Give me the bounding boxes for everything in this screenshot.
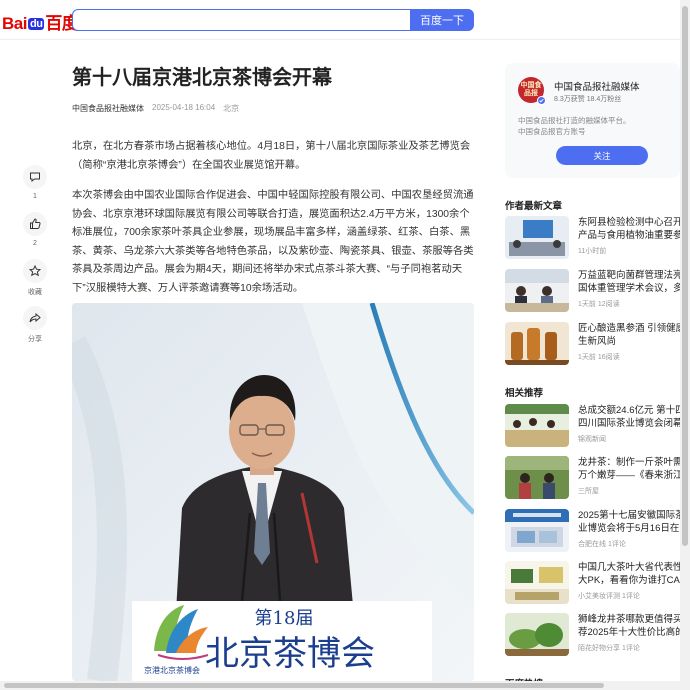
thumbs-up-icon: [30, 218, 41, 229]
thumbnail: [505, 509, 569, 552]
comment-count: 1: [33, 193, 37, 200]
author-desc-line-2: 中国食品报官方账号: [518, 127, 586, 136]
favorite-button[interactable]: 收藏: [20, 259, 50, 297]
star-icon: [29, 265, 41, 277]
list-item-title: 万益蓝靶向菌群管理法亮 国体重管理学术会议，多: [578, 270, 680, 294]
list-item-meta: 合肥在线 1评论: [578, 541, 626, 548]
related-title: 相关推荐: [505, 388, 544, 399]
article-title: 第十八届京港北京茶博会开幕: [72, 67, 332, 89]
thumbnail: [505, 561, 569, 604]
thumbnail: [505, 269, 569, 312]
list-item-title: 狮峰龙井茶哪款更值得买 荐2025年十大性价比高的: [578, 614, 680, 638]
share-icon: [29, 312, 41, 323]
share-label: 分享: [28, 336, 42, 343]
list-item-title: 龙井茶：制作一斤茶叶需要 万个嫩芽——《春来浙江》: [578, 457, 680, 481]
author-stats: 8.3万获赞 18.4万粉丝: [554, 94, 621, 104]
comment-button[interactable]: 1: [20, 165, 50, 200]
top-bar: Bai du 百度 百度一下: [0, 0, 690, 40]
share-button[interactable]: 分享: [20, 306, 50, 344]
photo-banner-top: 第18届: [255, 608, 314, 629]
verified-icon: [537, 96, 546, 105]
scrollbar-thumb[interactable]: [4, 683, 604, 688]
list-item-meta: 锦观新闻: [578, 436, 606, 443]
list-item-title: 总成交额24.6亿元 第十四 四川国际茶业博览会闭幕: [578, 405, 680, 429]
list-item-meta: 1天前 12阅读: [578, 301, 620, 308]
list-item[interactable]: 狮峰龙井茶哪款更值得买 荐2025年十大性价比高的 陌花好物分享 1评论: [505, 613, 680, 659]
article-location: 北京: [223, 104, 240, 113]
comment-icon: [30, 172, 40, 183]
latest-articles-title: 作者最新文章: [505, 201, 563, 212]
article-photo[interactable]: 第18届 北京茶博会 京港北京茶博会: [72, 303, 474, 681]
thumbnail: [505, 456, 569, 499]
list-item-meta: 1天前 16阅读: [578, 354, 620, 361]
author-fans: 8.3万获赞: [554, 96, 585, 103]
list-item[interactable]: 2025第十七届安徽国际茶 业博览会将于5月16日在合 合肥在线 1评论: [505, 509, 680, 555]
thumbnail: [505, 404, 569, 447]
list-item-meta: 小艾美妆评测 1评论: [578, 593, 640, 600]
scrollbar-thumb[interactable]: [682, 6, 688, 546]
list-item-title: 东阿县检验检测中心召开 产品与食用植物油重要参: [578, 217, 680, 241]
list-item[interactable]: 东阿县检验检测中心召开 产品与食用植物油重要参 11小时前: [505, 216, 680, 262]
article-datetime: 2025-04-18 16:04: [152, 103, 216, 112]
follow-button[interactable]: 关注: [556, 146, 648, 165]
author-card: 中国食品报 中国食品报社融媒体 8.3万获赞 18.4万粉丝 中国食品报社打造的…: [505, 63, 680, 178]
logo-bai: Bai: [2, 14, 27, 33]
list-item[interactable]: 龙井茶：制作一斤茶叶需要 万个嫩芽——《春来浙江》 三所屋: [505, 456, 680, 502]
like-count: 2: [33, 240, 37, 247]
logo-paw-du: du: [27, 18, 45, 30]
search-input[interactable]: [72, 9, 410, 31]
horizontal-scrollbar[interactable]: [0, 681, 680, 690]
author-description: 中国食品报社打造的融媒体平台。 中国食品报官方账号: [518, 115, 631, 137]
list-item[interactable]: 中国几大茶叶大省代表性 大PK，看看你为谁打CAL 小艾美妆评测 1评论: [505, 561, 680, 607]
list-item[interactable]: 万益蓝靶向菌群管理法亮 国体重管理学术会议，多 1天前 12阅读: [505, 269, 680, 315]
list-item-title: 中国几大茶叶大省代表性 大PK，看看你为谁打CAL: [578, 562, 680, 586]
photo-banner-main: 北京茶博会: [205, 634, 375, 674]
thumbnail: [505, 216, 569, 259]
list-item-title: 2025第十七届安徽国际茶 业博览会将于5月16日在合: [578, 510, 680, 534]
photo-banner-small: 京港北京茶博会: [144, 665, 200, 675]
vertical-scrollbar[interactable]: [680, 0, 690, 690]
author-likes: 18.4万粉丝: [586, 96, 622, 103]
author-desc-line-1: 中国食品报社打造的融媒体平台。: [518, 116, 631, 125]
list-item-meta: 三所屋: [578, 488, 599, 495]
page: Bai du 百度 百度一下 第十八届京港北京茶博会开幕 中国食品报社融媒体 202…: [0, 0, 690, 690]
list-item[interactable]: 匠心酿造黑参酒 引领健康 生新风尚 1天前 16阅读: [505, 322, 680, 368]
thumbnail: [505, 613, 569, 656]
article-paragraph-2: 本次茶博会由中国农业国际合作促进会、中国中轻国际控股有限公司、中国农垦经贸流通协…: [72, 190, 474, 294]
baidu-logo[interactable]: Bai du 百度: [2, 9, 79, 34]
author-name[interactable]: 中国食品报社融媒体: [554, 79, 640, 93]
article-meta: 中国食品报社融媒体 2025-04-18 16:04 北京: [72, 103, 239, 114]
list-item-title: 匠心酿造黑参酒 引领健康 生新风尚: [578, 323, 680, 347]
list-item[interactable]: 总成交额24.6亿元 第十四 四川国际茶业博览会闭幕 锦观新闻: [505, 404, 680, 450]
article-paragraph-1: 北京，在北方春茶市场占据着核心地位。4月18日，第十八届北京国际茶业及茶艺博览会…: [72, 141, 471, 171]
article-source[interactable]: 中国食品报社融媒体: [72, 103, 144, 114]
thumbnail: [505, 322, 569, 365]
like-button[interactable]: 2: [20, 212, 50, 247]
favorite-label: 收藏: [28, 289, 42, 296]
list-item-meta: 11小时前: [578, 248, 607, 255]
list-item-meta: 陌花好物分享 1评论: [578, 645, 640, 652]
search-button[interactable]: 百度一下: [410, 9, 474, 31]
